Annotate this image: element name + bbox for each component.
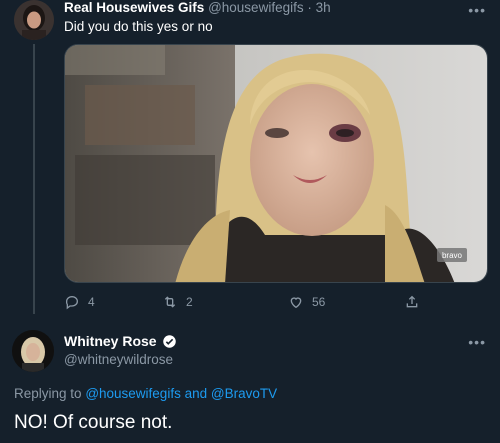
reply-count: 4	[88, 295, 95, 309]
retweet-button[interactable]: 2	[162, 294, 193, 310]
tweet-actions: 4 2 56	[64, 294, 488, 314]
mention-bravotv[interactable]: @BravoTV	[211, 386, 277, 401]
author-name[interactable]: Real Housewives Gifs	[64, 0, 204, 15]
tweet-time[interactable]: 3h	[316, 0, 331, 15]
separator: ·	[307, 0, 312, 15]
retweet-icon	[164, 296, 176, 308]
bravo-badge: bravo	[442, 251, 463, 260]
verified-badge-icon	[162, 334, 176, 348]
like-count: 56	[312, 295, 326, 309]
more-horizontal-icon[interactable]: •••	[468, 2, 486, 18]
mention-housewifegifs[interactable]: @housewifegifs	[85, 386, 181, 401]
tweet-header: Real Housewives Gifs @housewifegifs · 3h	[64, 0, 331, 15]
thread-line	[33, 44, 35, 314]
reply-text: NO! Of course not.	[14, 412, 173, 433]
reply-author-name-row[interactable]: Whitney Rose	[64, 333, 177, 349]
reply-button[interactable]: 4	[64, 294, 95, 310]
reply-author-handle[interactable]: @whitneywildrose	[64, 352, 173, 367]
author-avatar[interactable]	[14, 0, 54, 40]
reply-icon	[65, 296, 78, 310]
author-handle[interactable]: @housewifegifs	[208, 0, 304, 15]
share-button[interactable]	[404, 294, 420, 310]
reply-author-name[interactable]: Whitney Rose	[64, 333, 157, 349]
like-button[interactable]: 56	[288, 294, 325, 310]
and-word: and	[184, 386, 208, 401]
tweet-text: Did you do this yes or no	[64, 19, 213, 34]
replying-to-line: Replying to @housewifegifs and @BravoTV	[14, 386, 277, 401]
share-icon	[406, 295, 418, 308]
retweet-count: 2	[186, 295, 193, 309]
reply-more-horizontal-icon[interactable]: •••	[468, 334, 486, 350]
heart-icon	[290, 297, 302, 309]
replying-prefix: Replying to	[14, 386, 82, 401]
tweet-media[interactable]: bravo	[64, 44, 488, 283]
reply-author-avatar[interactable]	[12, 330, 54, 372]
